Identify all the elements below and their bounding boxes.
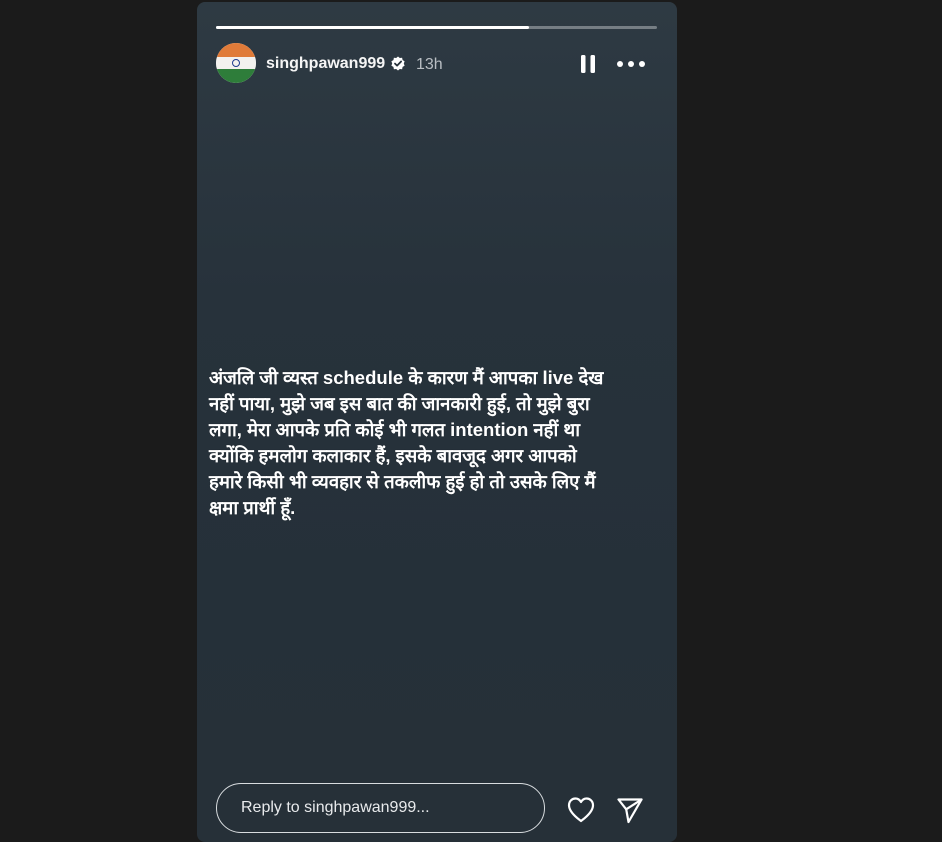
send-icon bbox=[617, 798, 643, 824]
avatar[interactable] bbox=[216, 43, 256, 83]
pause-icon bbox=[581, 55, 595, 73]
like-button[interactable] bbox=[566, 796, 596, 824]
flag-saffron-stripe bbox=[216, 43, 256, 57]
author-username[interactable]: singhpawan999 bbox=[266, 55, 385, 73]
story-footer bbox=[216, 783, 657, 835]
story-viewer: singhpawan999 13h अंजलि जी व्यस्त schedu… bbox=[0, 0, 942, 842]
story-header: singhpawan999 13h bbox=[216, 43, 657, 87]
heart-icon bbox=[567, 797, 595, 823]
ashoka-chakra-icon bbox=[232, 59, 240, 67]
posted-time: 13h bbox=[416, 56, 443, 73]
verified-badge-icon bbox=[390, 56, 406, 72]
more-options-button[interactable] bbox=[616, 53, 646, 75]
flag-green-stripe bbox=[216, 69, 256, 83]
pause-button[interactable] bbox=[577, 53, 599, 75]
reply-input[interactable] bbox=[216, 783, 545, 833]
story-card[interactable]: singhpawan999 13h अंजलि जी व्यस्त schedu… bbox=[197, 2, 677, 842]
more-options-icon bbox=[617, 61, 645, 67]
story-progress-bar bbox=[216, 26, 657, 29]
story-caption-text: अंजलि जी व्यस्त schedule के कारण मैं आपक… bbox=[209, 367, 604, 518]
share-button[interactable] bbox=[616, 796, 644, 824]
story-progress-fill bbox=[216, 26, 530, 29]
